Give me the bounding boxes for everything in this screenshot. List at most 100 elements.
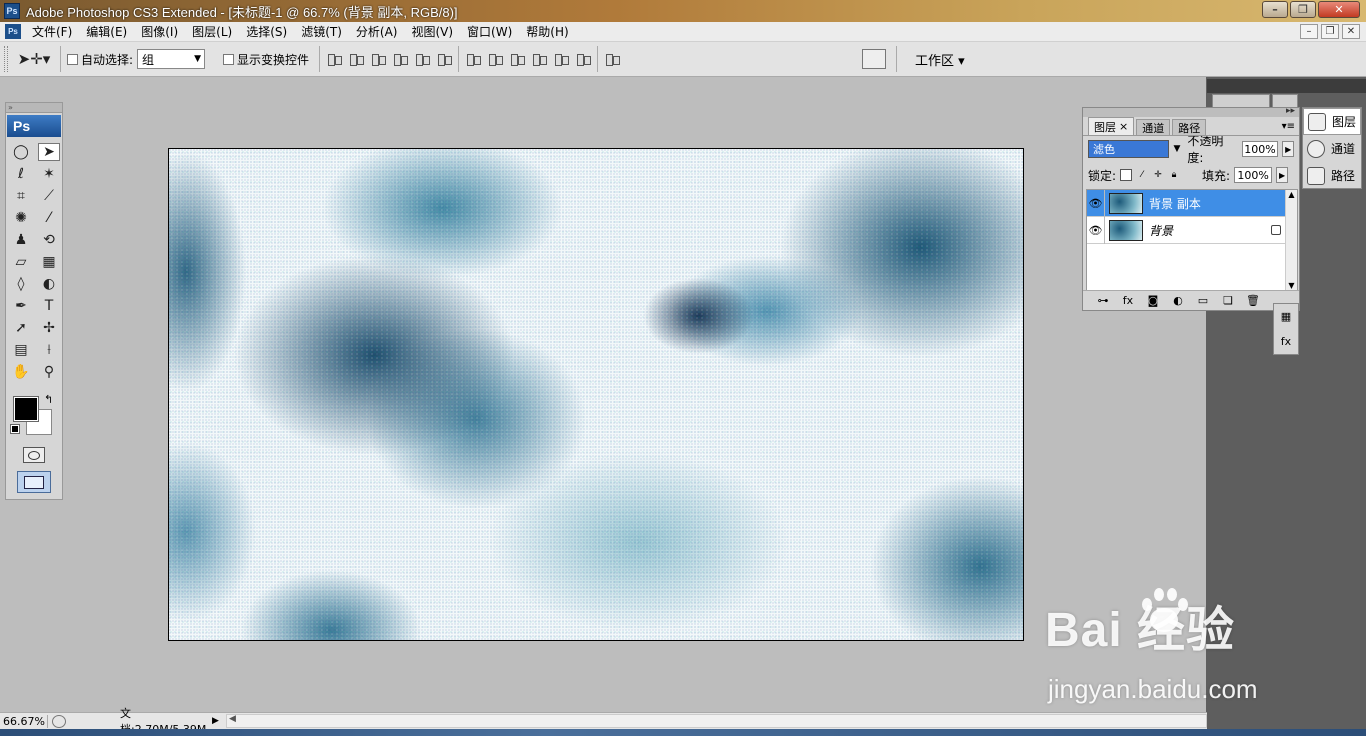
dock-column-header[interactable]: [1212, 94, 1270, 108]
distribute-right-icon[interactable]: [575, 51, 592, 67]
eraser-tool-icon[interactable]: ▱: [10, 253, 32, 271]
lock-transparency-icon[interactable]: [1120, 169, 1133, 181]
notes-tool-icon[interactable]: ▤: [10, 341, 32, 359]
distribute-top-icon[interactable]: [465, 51, 482, 67]
eyedropper-tool-icon[interactable]: ⟊: [38, 341, 60, 359]
mask-icon[interactable]: ◙: [1147, 294, 1159, 307]
layers-scrollbar[interactable]: ▲ ▼: [1285, 190, 1297, 290]
hand-tool-icon[interactable]: ✋: [10, 363, 32, 381]
align-hcenter-icon[interactable]: [414, 51, 431, 67]
tab-layers[interactable]: 图层 ×: [1088, 117, 1135, 135]
layer-name[interactable]: 背景: [1149, 222, 1271, 239]
foreground-color-swatch[interactable]: [13, 396, 39, 422]
scroll-left-icon[interactable]: ◀: [229, 714, 236, 724]
group-folder-icon[interactable]: ▭: [1197, 294, 1209, 307]
swap-colors-icon[interactable]: ↰: [44, 393, 53, 406]
auto-select-dropdown[interactable]: 组 ▼: [137, 49, 206, 69]
opacity-input[interactable]: 100%: [1241, 141, 1279, 157]
menu-analysis[interactable]: 分析(A): [349, 23, 405, 40]
menu-file[interactable]: 文件(F): [25, 23, 79, 40]
zoom-tool-icon[interactable]: ⚲: [38, 363, 60, 381]
pen-tool-icon[interactable]: ✒: [10, 297, 32, 315]
status-info-icon[interactable]: [52, 714, 66, 728]
grid-icon[interactable]: ▦: [1281, 310, 1291, 323]
dock-item-paths[interactable]: 路径: [1303, 162, 1361, 189]
toolbox-grip[interactable]: »: [6, 103, 62, 113]
checkbox-box[interactable]: [223, 53, 235, 65]
lasso-tool-icon[interactable]: ℓ: [10, 165, 32, 183]
opacity-slider-arrow-icon[interactable]: ▶: [1282, 141, 1295, 157]
menu-image[interactable]: 图像(I): [134, 23, 185, 40]
maximize-icon[interactable]: ❐: [1290, 1, 1316, 18]
auto-align-icon[interactable]: [604, 51, 621, 67]
tab-channels[interactable]: 通道: [1136, 119, 1171, 135]
distribute-bottom-icon[interactable]: [509, 51, 526, 67]
layer-name[interactable]: 背景 副本: [1149, 195, 1297, 212]
move-tool-icon[interactable]: ➤: [38, 143, 60, 161]
collapse-panel-icon[interactable]: ▸▸: [1286, 106, 1295, 116]
default-colors-icon[interactable]: [10, 424, 20, 434]
align-left-icon[interactable]: [392, 51, 409, 67]
options-grip[interactable]: [4, 46, 8, 72]
menu-window[interactable]: 窗口(W): [460, 23, 519, 40]
status-menu-arrow-icon[interactable]: ▶: [212, 716, 222, 726]
fill-input[interactable]: 100%: [1234, 167, 1273, 183]
distribute-hcenter-icon[interactable]: [553, 51, 570, 67]
styles-fx-icon[interactable]: fx: [1281, 335, 1291, 348]
dock-item-channels[interactable]: 通道: [1303, 135, 1361, 162]
zoom-level[interactable]: 66.67%: [0, 714, 48, 728]
workspace-menu-button[interactable]: 工作区 ▾: [915, 50, 965, 69]
gradient-tool-icon[interactable]: ▦: [38, 253, 60, 271]
document-canvas[interactable]: [168, 148, 1024, 641]
fill-slider-arrow-icon[interactable]: ▶: [1276, 167, 1289, 183]
link-icon[interactable]: ⊶: [1097, 294, 1109, 307]
adjustment-icon[interactable]: ◐: [1172, 294, 1184, 307]
fx-icon[interactable]: fx: [1122, 294, 1134, 307]
align-top-icon[interactable]: [326, 51, 343, 67]
move-tool-preset-icon[interactable]: ➤✛▾: [14, 46, 54, 72]
distribute-left-icon[interactable]: [531, 51, 548, 67]
distribute-vcenter-icon[interactable]: [487, 51, 504, 67]
screen-mode-icon[interactable]: [17, 471, 51, 493]
dodge-tool-icon[interactable]: ◐: [38, 275, 60, 293]
toolbox-logo[interactable]: Ps: [7, 115, 61, 137]
dock-item-layers[interactable]: 图层: [1303, 108, 1361, 135]
show-transform-checkbox[interactable]: 显示变换控件: [223, 51, 309, 68]
marquee-tool-icon[interactable]: ◯: [10, 143, 32, 161]
close-icon[interactable]: ×: [1119, 120, 1128, 133]
clone-stamp-tool-icon[interactable]: ♟: [10, 231, 32, 249]
document-menu-icon[interactable]: Ps: [5, 24, 21, 39]
brush-tool-icon[interactable]: ⁄: [38, 209, 60, 227]
menu-edit[interactable]: 编辑(E): [79, 23, 134, 40]
crop-tool-icon[interactable]: ⌗: [10, 187, 32, 205]
bridge-icon[interactable]: [862, 49, 886, 69]
panel-menu-icon[interactable]: ▾≡: [1282, 121, 1295, 132]
custom-shape-tool-icon[interactable]: ✢: [38, 319, 60, 337]
blur-tool-icon[interactable]: ◊: [10, 275, 32, 293]
menu-layer[interactable]: 图层(L): [185, 23, 239, 40]
trash-icon[interactable]: 🗑︎: [1246, 294, 1260, 307]
align-vcenter-icon[interactable]: [348, 51, 365, 67]
visibility-eye-icon[interactable]: 👁︎: [1087, 216, 1105, 244]
menu-view[interactable]: 视图(V): [404, 23, 460, 40]
layer-row[interactable]: 👁︎ 背景: [1087, 216, 1297, 244]
lock-all-icon[interactable]: 🔒︎: [1168, 169, 1180, 181]
blend-mode-dropdown[interactable]: 滤色 ▼: [1088, 140, 1180, 158]
close-icon[interactable]: ✕: [1318, 1, 1360, 18]
path-selection-tool-icon[interactable]: ➚: [10, 319, 32, 337]
auto-select-checkbox[interactable]: 自动选择:: [67, 51, 133, 68]
doc-close-icon[interactable]: ✕: [1342, 24, 1360, 39]
tab-paths[interactable]: 路径: [1172, 119, 1207, 135]
lock-position-icon[interactable]: ✛: [1152, 169, 1164, 181]
slice-tool-icon[interactable]: ⟋: [38, 187, 60, 205]
doc-restore-icon[interactable]: ❐: [1321, 24, 1339, 39]
scroll-down-icon[interactable]: ▼: [1288, 281, 1294, 290]
doc-minimize-icon[interactable]: –: [1300, 24, 1318, 39]
scroll-up-icon[interactable]: ▲: [1288, 190, 1294, 199]
history-brush-tool-icon[interactable]: ⟲: [38, 231, 60, 249]
align-bottom-icon[interactable]: [370, 51, 387, 67]
lock-pixels-icon[interactable]: ⁄: [1136, 169, 1148, 181]
panel-grip[interactable]: ▸▸: [1083, 106, 1299, 117]
healing-brush-tool-icon[interactable]: ✺: [10, 209, 32, 227]
menu-select[interactable]: 选择(S): [239, 23, 294, 40]
